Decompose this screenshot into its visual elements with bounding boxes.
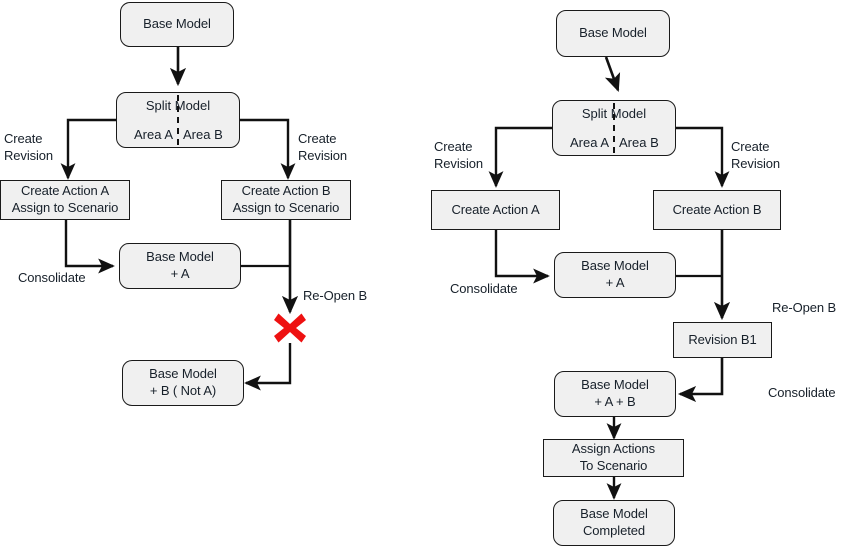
node-left-split-areas: Area A Area B	[117, 127, 239, 142]
edge-right-base-to-split	[604, 56, 621, 92]
node-left-base-model-b-not-a-label: Base Model + B ( Not A)	[149, 366, 217, 398]
node-right-create-action-b-label: Create Action B	[672, 201, 762, 217]
node-right-assign-actions[interactable]: Assign Actions To Scenario	[543, 439, 684, 477]
node-right-base-model[interactable]: Base Model	[556, 10, 670, 57]
node-left-create-action-a-label: Create Action A Assign to Scenario	[11, 183, 119, 215]
node-left-create-action-b[interactable]: Create Action B Assign to Scenario	[221, 180, 351, 220]
label-right-consolidate-b: Consolidate	[768, 385, 836, 400]
node-left-base-model-a-label: Base Model + A	[146, 249, 214, 281]
label-right-create-revision-a: Create Revision	[434, 139, 484, 171]
node-right-split-model[interactable]: Split Model Area A Area B	[552, 100, 676, 156]
node-left-split-area-a: Area A	[133, 127, 173, 142]
label-left-create-revision-b: Create Revision	[298, 131, 348, 163]
edge-left-split-to-action-a	[60, 118, 116, 180]
node-left-base-model-b-not-a[interactable]: Base Model + B ( Not A)	[122, 360, 244, 406]
edge-left-action-a-to-basemodel-a	[64, 218, 115, 274]
node-left-base-model-a[interactable]: Base Model + A	[119, 243, 241, 289]
node-right-split-area-b: Area B	[619, 135, 659, 150]
edge-right-action-a-to-basemodel-a	[494, 230, 550, 284]
node-right-base-model-a-b[interactable]: Base Model + A + B	[554, 371, 676, 417]
node-right-base-model-completed-label: Base Model Completed	[580, 506, 648, 538]
node-right-base-model-a[interactable]: Base Model + A	[554, 252, 676, 298]
node-right-base-model-label: Base Model	[579, 25, 647, 41]
node-left-split-model[interactable]: Split Model Area A Area B	[116, 92, 240, 148]
label-left-create-revision-a: Create Revision	[4, 131, 54, 163]
edge-left-to-basemodel-b	[244, 343, 292, 391]
node-left-base-model-label: Base Model	[143, 16, 211, 32]
blocked-x-icon	[270, 308, 310, 348]
edge-right-split-to-action-b	[676, 126, 730, 188]
label-left-re-open-b: Re-Open B	[303, 288, 368, 303]
label-right-re-open-b: Re-Open B	[772, 300, 837, 315]
node-left-split-area-b: Area B	[183, 127, 223, 142]
node-right-base-model-completed[interactable]: Base Model Completed	[553, 500, 675, 546]
node-right-split-area-a: Area A	[569, 135, 609, 150]
node-left-base-model[interactable]: Base Model	[120, 2, 234, 47]
node-left-create-action-b-label: Create Action B Assign to Scenario	[232, 183, 340, 215]
node-left-create-action-a[interactable]: Create Action A Assign to Scenario	[0, 180, 130, 220]
node-right-create-action-b[interactable]: Create Action B	[653, 190, 781, 230]
node-right-split-areas: Area A Area B	[553, 135, 675, 150]
node-right-create-action-a-label: Create Action A	[451, 201, 540, 217]
edge-right-revision-to-basemodel-ab	[677, 358, 724, 403]
label-right-create-revision-b: Create Revision	[731, 139, 781, 171]
label-right-consolidate-a: Consolidate	[450, 281, 518, 296]
node-right-base-model-a-b-label: Base Model + A + B	[581, 377, 649, 409]
diagram-canvas: Base Model Split Model Area A Area B Cre…	[0, 0, 852, 550]
label-left-consolidate: Consolidate	[18, 270, 86, 285]
node-right-revision-b1-label: Revision B1	[688, 331, 757, 347]
node-right-revision-b1[interactable]: Revision B1	[673, 322, 772, 358]
node-right-create-action-a[interactable]: Create Action A	[431, 190, 560, 230]
node-right-assign-actions-label: Assign Actions To Scenario	[571, 441, 656, 473]
edge-right-split-to-action-a	[488, 126, 552, 188]
node-right-base-model-a-label: Base Model + A	[581, 258, 649, 290]
edge-left-split-to-action-b	[240, 118, 296, 180]
